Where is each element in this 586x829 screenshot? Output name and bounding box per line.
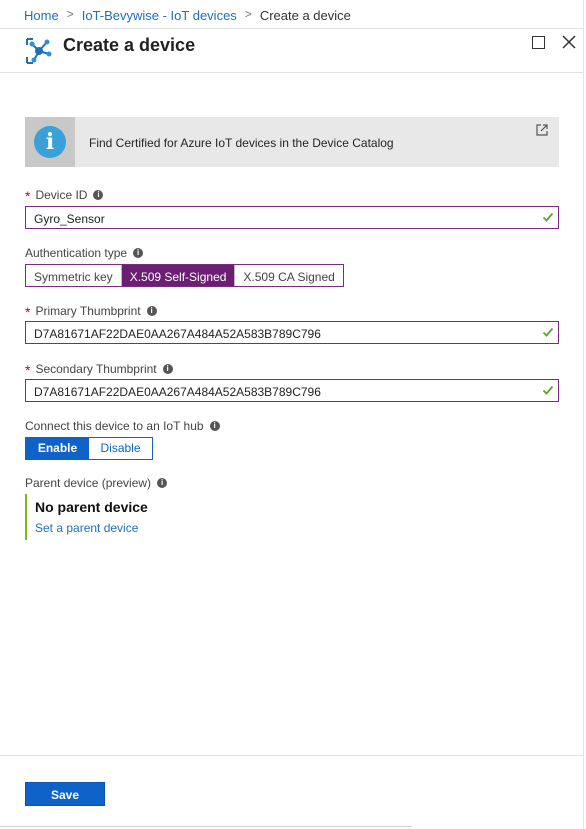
secondary-thumbprint-value: D7A81671AF22DAE0AA267A484A52A583B789C796 [34, 385, 321, 399]
device-id-input[interactable]: Gyro_Sensor [25, 206, 559, 229]
bottom-divider [0, 826, 412, 827]
auth-type-label: Authentication type i [25, 246, 144, 260]
auth-type-label-text: Authentication type [25, 246, 128, 260]
primary-thumbprint-label-text: Primary Thumbprint [35, 304, 141, 318]
primary-thumbprint-input[interactable]: D7A81671AF22DAE0AA267A484A52A583B789C796 [25, 321, 559, 344]
required-asterisk: * [25, 304, 31, 320]
info-circle-icon[interactable]: i [146, 306, 157, 316]
info-circle-icon[interactable]: i [162, 364, 173, 374]
connect-hub-label-text: Connect this device to an IoT hub [25, 419, 204, 433]
primary-thumbprint-label: * Primary Thumbprint i [25, 303, 157, 320]
auth-type-selector: Symmetric key X.509 Self-Signed X.509 CA… [25, 264, 344, 287]
secondary-thumbprint-label-text: Secondary Thumbprint [35, 362, 157, 376]
parent-device-label-text: Parent device (preview) [25, 476, 152, 490]
connect-hub-toggle: Enable Disable [25, 437, 153, 460]
checkmark-icon [542, 327, 554, 337]
maximize-icon[interactable] [532, 36, 545, 49]
primary-thumbprint-value: D7A81671AF22DAE0AA267A484A52A583B789C796 [34, 327, 321, 341]
breadcrumb-iot-devices[interactable]: IoT-Bevywise - IoT devices [82, 8, 237, 23]
device-id-label: * Device ID i [25, 187, 104, 204]
auth-option-x509-self-signed[interactable]: X.509 Self-Signed [120, 265, 235, 286]
blade-header: Create a device [0, 28, 584, 73]
secondary-thumbprint-input[interactable]: D7A81671AF22DAE0AA267A484A52A583B789C796 [25, 379, 559, 402]
info-icon-box: i [25, 117, 75, 167]
device-id-label-text: Device ID [35, 188, 88, 202]
page-title: Create a device [63, 35, 196, 55]
parent-device-box: No parent device Set a parent device [25, 494, 225, 540]
chevron-right-icon: > [244, 7, 252, 21]
info-circle-icon[interactable]: i [133, 248, 144, 258]
set-parent-device-link[interactable]: Set a parent device [35, 521, 138, 535]
disable-button[interactable]: Disable [89, 438, 152, 459]
close-icon[interactable] [561, 34, 577, 50]
connect-hub-label: Connect this device to an IoT hub i [25, 419, 220, 433]
required-asterisk: * [25, 188, 31, 204]
auth-option-x509-ca-signed[interactable]: X.509 CA Signed [234, 265, 342, 286]
enable-button[interactable]: Enable [26, 438, 89, 459]
info-circle-icon[interactable]: i [157, 478, 168, 488]
device-catalog-banner[interactable]: i Find Certified for Azure IoT devices i… [25, 117, 559, 167]
external-link-icon[interactable] [536, 124, 548, 136]
banner-text: Find Certified for Azure IoT devices in … [89, 136, 394, 150]
info-circle-icon[interactable]: i [209, 421, 220, 431]
info-icon: i [34, 126, 66, 158]
save-button[interactable]: Save [25, 782, 105, 806]
breadcrumb-current: Create a device [259, 7, 351, 23]
required-asterisk: * [25, 362, 31, 378]
iot-hub-icon [26, 38, 52, 64]
chevron-right-icon: > [66, 7, 74, 21]
breadcrumb: Home > IoT-Bevywise - IoT devices > Crea… [24, 7, 351, 23]
parent-device-value: No parent device [35, 499, 148, 515]
parent-device-label: Parent device (preview) i [25, 476, 168, 490]
checkmark-icon [542, 385, 554, 395]
info-circle-icon[interactable]: i [93, 190, 104, 200]
secondary-thumbprint-label: * Secondary Thumbprint i [25, 361, 173, 378]
auth-option-symmetric-key[interactable]: Symmetric key [26, 265, 121, 286]
breadcrumb-home[interactable]: Home [24, 8, 59, 23]
device-id-value: Gyro_Sensor [34, 212, 105, 226]
checkmark-icon [542, 212, 554, 222]
create-device-blade: Home > IoT-Bevywise - IoT devices > Crea… [0, 0, 584, 829]
footer-divider [0, 755, 584, 756]
